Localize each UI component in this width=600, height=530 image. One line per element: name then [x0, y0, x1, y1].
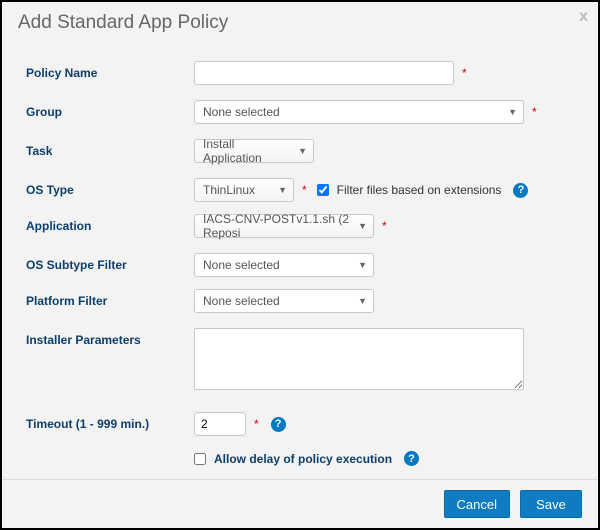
- os-type-select[interactable]: ThinLinux ▼: [194, 178, 294, 202]
- required-marker: *: [462, 66, 467, 80]
- allow-delay-checkbox[interactable]: [194, 453, 206, 465]
- allow-delay-label: Allow delay of policy execution: [214, 452, 392, 466]
- chevron-down-icon: ▼: [298, 146, 307, 156]
- label-empty: [26, 451, 194, 456]
- dialog-footer: Cancel Save: [2, 479, 598, 528]
- required-marker: *: [254, 417, 259, 431]
- installer-parameters-textarea[interactable]: [194, 328, 524, 390]
- chevron-down-icon: ▼: [358, 296, 367, 306]
- platform-select-value: None selected: [203, 294, 280, 308]
- dialog-add-standard-app-policy: Add Standard App Policy x Policy Name * …: [0, 0, 600, 530]
- label-platform-filter: Platform Filter: [26, 289, 194, 308]
- close-icon[interactable]: x: [579, 8, 588, 26]
- task-select[interactable]: Install Application ▼: [194, 139, 314, 163]
- os-type-select-value: ThinLinux: [203, 183, 255, 197]
- dialog-body: Policy Name * Group None selected ▼ * Ta…: [2, 42, 598, 479]
- application-select[interactable]: IACS-CNV-POSTv1.1.sh (2 Reposi ▼: [194, 214, 374, 238]
- platform-select[interactable]: None selected ▼: [194, 289, 374, 313]
- filter-extensions-checkbox[interactable]: [317, 184, 329, 196]
- group-select[interactable]: None selected ▼: [194, 100, 524, 124]
- filter-extensions-label: Filter files based on extensions: [337, 183, 502, 197]
- label-timeout: Timeout (1 - 999 min.): [26, 412, 194, 431]
- chevron-down-icon: ▼: [358, 221, 367, 231]
- label-os-type: OS Type: [26, 178, 194, 197]
- required-marker: *: [382, 219, 387, 233]
- dialog-header: Add Standard App Policy x: [2, 2, 598, 42]
- chevron-down-icon: ▼: [358, 260, 367, 270]
- os-subtype-select-value: None selected: [203, 258, 280, 272]
- help-icon[interactable]: ?: [513, 183, 528, 198]
- label-task: Task: [26, 139, 194, 158]
- label-os-subtype-filter: OS Subtype Filter: [26, 253, 194, 272]
- required-marker: *: [532, 105, 537, 119]
- save-button[interactable]: Save: [520, 490, 582, 518]
- help-icon[interactable]: ?: [271, 417, 286, 432]
- dialog-title: Add Standard App Policy: [18, 12, 228, 33]
- label-policy-name: Policy Name: [26, 61, 194, 80]
- chevron-down-icon: ▼: [278, 185, 287, 195]
- label-application: Application: [26, 214, 194, 233]
- group-select-value: None selected: [203, 105, 280, 119]
- policy-name-input[interactable]: [194, 61, 454, 85]
- required-marker: *: [302, 183, 307, 197]
- help-icon[interactable]: ?: [404, 451, 419, 466]
- label-group: Group: [26, 100, 194, 119]
- application-select-value: IACS-CNV-POSTv1.1.sh (2 Reposi: [203, 212, 352, 240]
- os-subtype-select[interactable]: None selected ▼: [194, 253, 374, 277]
- task-select-value: Install Application: [203, 137, 292, 165]
- chevron-down-icon: ▼: [508, 107, 517, 117]
- timeout-input[interactable]: [194, 412, 246, 436]
- label-installer-parameters: Installer Parameters: [26, 328, 194, 347]
- cancel-button[interactable]: Cancel: [444, 490, 510, 518]
